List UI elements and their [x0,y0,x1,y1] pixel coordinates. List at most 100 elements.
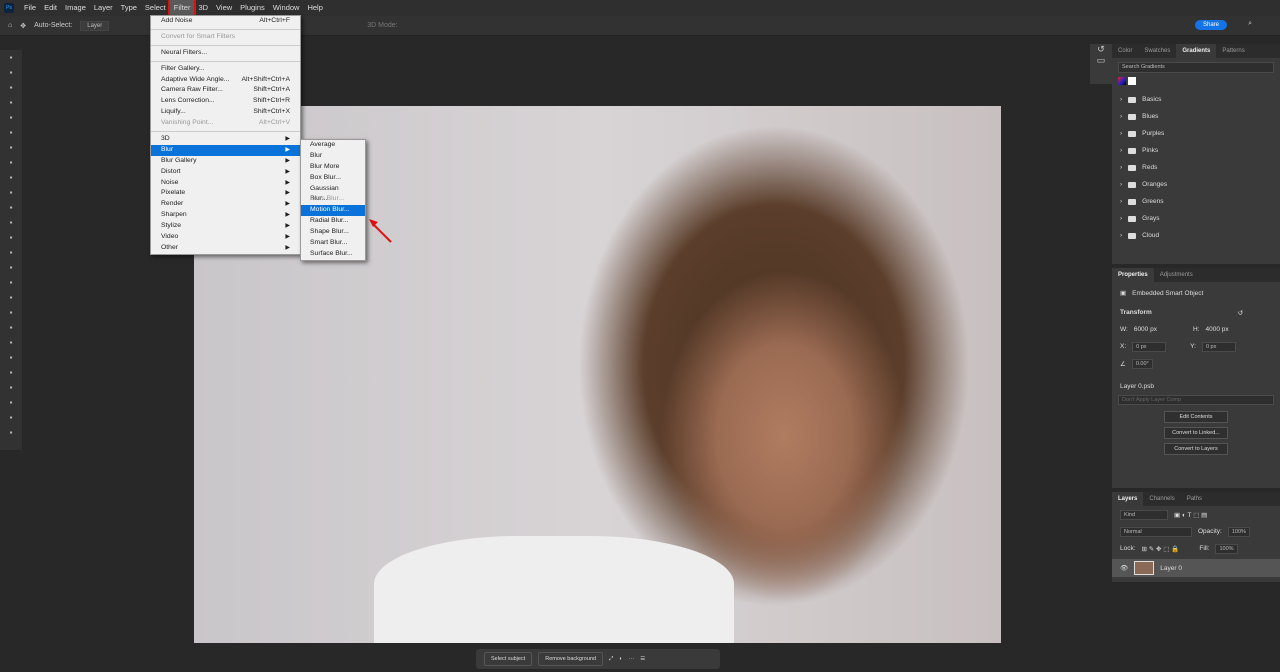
transparent-gradient-swatch[interactable] [1128,77,1136,85]
crop-tool-icon[interactable]: ▪ [0,110,22,125]
remove-background-button[interactable]: Remove background [538,652,604,666]
menu-filter[interactable]: Filter [167,0,197,18]
reset-transform-icon[interactable]: ↺ [1238,309,1243,317]
quick-mask-tool-icon[interactable]: ▪ [0,410,22,425]
menu-item-distort[interactable]: Distort ▶ [151,167,300,178]
visibility-eye-icon[interactable]: 👁 [1120,564,1128,572]
pen-tool-icon[interactable]: ▪ [0,275,22,290]
chevron-right-icon[interactable]: › [1120,232,1122,239]
hand-tool-icon[interactable]: ▪ [0,335,22,350]
chevron-right-icon[interactable]: › [1120,130,1122,137]
history-brush-tool-icon[interactable]: ▪ [0,200,22,215]
more-tool-icon[interactable]: ▪ [0,365,22,380]
dodge-tool-icon[interactable]: ▪ [0,260,22,275]
eyedropper-tool-icon[interactable]: ▪ [0,140,22,155]
menu-item-neural-filters[interactable]: Neural Filters... [151,48,300,59]
menu-item-smart-blur[interactable]: Smart Blur... [301,238,365,249]
menu-item-motion-blur[interactable]: Motion Blur... [301,205,365,217]
menu-item-video[interactable]: Video ▶ [151,232,300,243]
menu-item-blur-more[interactable]: Blur More [301,162,365,173]
marquee-tool-icon[interactable]: ▪ [0,65,22,80]
blend-mode-select[interactable]: Normal [1120,526,1192,537]
tab-adjustments[interactable]: Adjustments [1154,268,1199,282]
lasso-tool-icon[interactable]: ▪ [0,80,22,95]
menu-item-surface-blur[interactable]: Surface Blur... [301,249,365,260]
menu-plugins[interactable]: Plugins [236,0,269,16]
menu-item-pixelate[interactable]: Pixelate ▶ [151,188,300,199]
frame-tool-icon[interactable]: ▪ [0,125,22,140]
menu-edit[interactable]: Edit [40,0,61,16]
swap-colors-tool-icon[interactable]: ▪ [0,380,22,395]
object-select-tool-icon[interactable]: ▪ [0,95,22,110]
menu-item-liquify[interactable]: Liquify... Shift+Ctrl+X [151,107,300,118]
tab-channels[interactable]: Channels [1143,492,1180,506]
move-tool-icon[interactable]: ✥ [20,22,26,30]
layer-row[interactable]: 👁 Layer 0 [1112,559,1280,577]
more-options-button[interactable]: ··· [629,656,635,662]
transform-icon[interactable]: ⤢ [609,656,613,663]
convert-to-linked-button[interactable]: Convert to Linked... [1164,427,1228,439]
menu-item-render[interactable]: Render ▶ [151,199,300,210]
zoom-tool-icon[interactable]: ▪ [0,350,22,365]
menu-item-gaussian-blur[interactable]: Gaussian Blur... [301,184,365,203]
menu-item-other[interactable]: Other ▶ [151,243,300,254]
chevron-right-icon[interactable]: › [1120,96,1122,103]
y-input[interactable]: 0 px [1201,341,1236,352]
chevron-right-icon[interactable]: › [1120,113,1122,120]
menu-item-average[interactable]: Average [301,140,365,151]
tab-gradients[interactable]: Gradients [1176,44,1217,58]
home-icon[interactable]: ⌂ [8,22,12,29]
menu-select[interactable]: Select [141,0,170,16]
chevron-right-icon[interactable]: › [1120,164,1122,171]
menu-3d[interactable]: 3D [194,0,212,16]
menu-view[interactable]: View [212,0,236,16]
menu-item-shape-blur[interactable]: Shape Blur... [301,227,365,238]
settings-sliders-icon[interactable]: ☰ [640,656,645,662]
tab-properties[interactable]: Properties [1112,268,1154,282]
layer-comp-select[interactable]: Don't Apply Layer Comp [1118,395,1274,405]
adjustment-icon[interactable]: ◐ [619,656,622,662]
chevron-right-icon[interactable]: › [1120,198,1122,205]
gradient-tool-icon[interactable]: ▪ [0,230,22,245]
chevron-right-icon[interactable]: › [1120,147,1122,154]
gradient-folder-basics[interactable]: › Basics [1112,91,1280,108]
history-icon[interactable]: ↺ [1090,44,1112,55]
fill-input[interactable]: 100% [1215,543,1238,554]
path-select-tool-icon[interactable]: ▪ [0,305,22,320]
menu-file[interactable]: File [20,0,40,16]
x-input[interactable]: 0 px [1132,341,1167,352]
menu-type[interactable]: Type [117,0,141,16]
layer-select[interactable]: Layer [80,20,110,31]
move-tool-icon[interactable]: ▪ [0,50,22,65]
menu-item-blur[interactable]: Blur ▶ [151,144,300,156]
shape-tool-icon[interactable]: ▪ [0,320,22,335]
select-subject-button[interactable]: Select subject [484,652,533,666]
menu-item-radial-blur[interactable]: Radial Blur... [301,216,365,227]
menu-item-lens-correction[interactable]: Lens Correction... Shift+Ctrl+R [151,96,300,107]
menu-item-blur-gallery[interactable]: Blur Gallery ▶ [151,156,300,167]
auto-select-checkbox[interactable]: Auto-Select: [34,22,72,29]
blur-tool-icon[interactable]: ▪ [0,245,22,260]
menu-item-stylize[interactable]: Stylize ▶ [151,221,300,232]
opacity-input[interactable]: 100% [1227,526,1250,537]
tab-color[interactable]: Color [1112,44,1138,58]
tab-layers[interactable]: Layers [1112,492,1144,506]
menu-item-sharpen[interactable]: Sharpen ▶ [151,210,300,221]
gradient-folder-oranges[interactable]: › Oranges [1112,176,1280,193]
menu-item-adaptive-wide-angle[interactable]: Adaptive Wide Angle... Alt+Shift+Ctrl+A [151,75,300,86]
convert-to-layers-button[interactable]: Convert to Layers [1164,443,1228,455]
gradient-folder-purples[interactable]: › Purples [1112,125,1280,142]
gradient-folder-reds[interactable]: › Reds [1112,159,1280,176]
menu-window[interactable]: Window [269,0,304,16]
color-swatch-tool-icon[interactable]: ▪ [0,395,22,410]
gradient-folder-grays[interactable]: › Grays [1112,210,1280,227]
brush-tool-icon[interactable]: ▪ [0,170,22,185]
tab-patterns[interactable]: Patterns [1216,44,1250,58]
menu-image[interactable]: Image [61,0,90,16]
gradient-folder-greens[interactable]: › Greens [1112,193,1280,210]
menu-layer[interactable]: Layer [90,0,117,16]
gradient-folder-blues[interactable]: › Blues [1112,108,1280,125]
chevron-right-icon[interactable]: › [1120,215,1122,222]
angle-input[interactable]: 0.00° [1131,358,1153,369]
stamp-tool-icon[interactable]: ▪ [0,185,22,200]
